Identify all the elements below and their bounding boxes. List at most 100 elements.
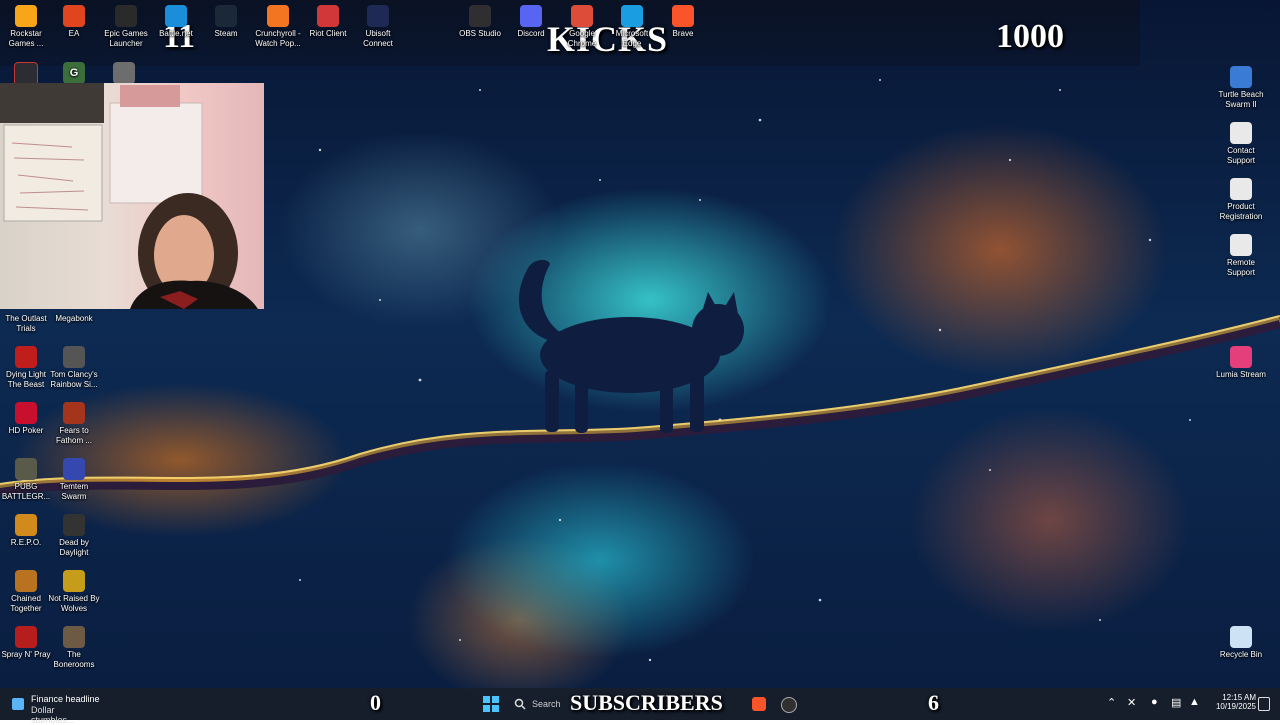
not-raised-by-wolves-icon [63,570,85,592]
shortcut-label: PUBG BATTLEGR... [1,482,51,501]
shortcut-label: R.E.P.O. [10,538,42,547]
shortcut-label: Spray N' Pray [1,650,51,659]
desktop-shortcut-epic-games-launcher[interactable]: Epic Games Launcher [100,5,152,49]
shortcut-label: Chained Together [10,594,42,613]
shortcut-label: Not Raised By Wolves [48,594,100,613]
clock-time: 12:15 AM [1222,693,1256,702]
desktop-shortcut-not-raised-by-wolves[interactable]: Not Raised By Wolves [48,570,100,614]
desktop-shortcut-google-chrome[interactable]: Google Chrome [556,5,608,49]
recycle-bin-icon [1230,626,1252,648]
desktop-shortcut-ubisoft-connect[interactable]: Ubisoft Connect [352,5,404,49]
shortcut-label: Fears to Fathom ... [55,426,92,445]
wifi-icon[interactable]: ▤ [1171,696,1181,709]
shortcut-label: Brave [672,29,694,38]
start-button[interactable] [483,696,499,712]
chevron-up-icon[interactable]: ⌃ [1107,696,1116,709]
desktop-shortcut-remote-support[interactable]: Remote Support [1215,234,1267,278]
search-icon [514,698,526,710]
contact-support-icon [1230,122,1252,144]
widget-title: Finance headline [31,694,100,704]
desktop-shortcut-megabonk[interactable]: Megabonk [48,290,100,324]
desktop-shortcut-riot-client[interactable]: Riot Client [302,5,354,39]
desktop-shortcut-the-outlast-trials[interactable]: The Outlast Trials [0,290,52,334]
desktop-shortcut-dying-light-the-beast[interactable]: Dying Light The Beast [0,346,52,390]
desktop-shortcut-obs-studio[interactable]: OBS Studio [454,5,506,39]
desktop-shortcut-dead-by-daylight[interactable]: Dead by Daylight [48,514,100,558]
shortcut-label: Ubisoft Connect [363,29,393,48]
desktop-shortcut-battle-net[interactable]: Battle.net [150,5,202,39]
steam-icon [215,5,237,27]
microphone-icon[interactable]: ● [1151,696,1158,708]
desktop-shortcut-lumia-stream[interactable]: Lumia Stream [1215,346,1267,380]
desktop-shortcut-chained-together[interactable]: Chained Together [0,570,52,614]
desktop-shortcut-microsoft-edge[interactable]: Microsoft Edge [606,5,658,49]
desktop-shortcut-temtem-swarm[interactable]: Temtem Swarm [48,458,100,502]
shortcut-label: OBS Studio [459,29,501,38]
subs-goal: 6 [928,690,939,715]
desktop-shortcut-turtle-beach-swarm-ii[interactable]: Turtle Beach Swarm II [1215,66,1267,110]
search-box[interactable]: Search [510,694,570,714]
shortcut-label: Product Registration [1219,202,1263,221]
network-off-icon[interactable]: ✕ [1127,696,1136,709]
shortcut-label: The Outlast Trials [5,314,47,333]
desktop-shortcut-hd-poker[interactable]: HD Poker [0,402,52,436]
edge-icon [621,5,643,27]
repo-icon [15,514,37,536]
shortcut-label: Contact Support [1226,146,1256,165]
desktop-shortcut-rockstar-games[interactable]: Rockstar Games ... [0,5,52,49]
search-placeholder: Search [532,699,561,709]
battlenet-icon [165,5,187,27]
news-widget[interactable]: Finance headline Dollar stumbles... [10,694,100,725]
desktop-shortcut-ea[interactable]: EA [48,5,100,39]
desktop-shortcut-brave[interactable]: Brave [657,5,709,39]
shortcut-label: Google Chrome [567,29,597,48]
remote-support-icon [1230,234,1252,256]
chained-together-icon [15,570,37,592]
desktop-shortcut-discord[interactable]: Discord [505,5,557,39]
desktop-shortcut-spray-n-pray[interactable]: Spray N' Pray [0,626,52,660]
desktop-shortcut-product-registration[interactable]: Product Registration [1215,178,1267,222]
desktop-shortcut-contact-support[interactable]: Contact Support [1215,122,1267,166]
webcam-feed [0,83,264,309]
shortcut-label: Epic Games Launcher [104,29,148,48]
shortcut-label: Steam [214,29,238,38]
shortcut-label: Riot Client [309,29,347,38]
shortcut-label: Microsoft Edge [615,29,649,48]
desktop-shortcut-the-bonerooms[interactable]: The Bonerooms [48,626,100,670]
shortcut-label: Dying Light The Beast [5,370,47,389]
shortcut-label: Rockstar Games ... [8,29,44,48]
desktop-shortcut-r-e-p-o[interactable]: R.E.P.O. [0,514,52,548]
shortcut-label: Tom Clancy's Rainbow Si... [50,370,98,389]
shortcut-label: HD Poker [8,426,44,435]
notification-icon[interactable] [1258,697,1270,711]
dead-by-daylight-icon [63,514,85,536]
app-icon: G [63,62,85,84]
product-registration-icon [1230,178,1252,200]
cat-silhouette [518,259,744,433]
system-tray: ⌃ ✕ ● ▤ ▲ [1105,696,1205,712]
dying-light-icon [15,346,37,368]
obs-icon [469,5,491,27]
webcam-image [0,83,258,309]
shortcut-label: Lumia Stream [1216,370,1266,379]
shortcut-label: Battle.net [159,29,193,38]
shortcut-label: Recycle Bin [1219,650,1263,659]
taskbar-obs-icon[interactable] [781,697,797,713]
shortcut-label: Temtem Swarm [59,482,89,501]
clock[interactable]: 12:15 AM 10/19/2025 [1206,693,1256,717]
app-icon [113,62,135,84]
taskbar-brave-icon[interactable] [752,697,766,711]
desktop-shortcut-crunchyroll-watch-pop[interactable]: Crunchyroll - Watch Pop... [252,5,304,49]
desktop-shortcut-fears-to-fathom[interactable]: Fears to Fathom ... [48,402,100,446]
brave-icon [672,5,694,27]
spray-n-pray-icon [15,626,37,648]
desktop-shortcut-steam[interactable]: Steam [200,5,252,39]
volume-icon[interactable]: ▲ [1189,696,1200,708]
desktop-shortcut-tom-clancy-s-rainbow-si[interactable]: Tom Clancy's Rainbow Si... [48,346,100,390]
epic-games-icon [115,5,137,27]
rainbow-six-icon [63,346,85,368]
desktop-shortcut-pubg-battlegr[interactable]: PUBG BATTLEGR... [0,458,52,502]
weather-widget-icon [12,698,24,710]
kicks-goal: 1000 [996,18,1064,55]
desktop-shortcut-recycle-bin[interactable]: Recycle Bin [1215,626,1267,660]
